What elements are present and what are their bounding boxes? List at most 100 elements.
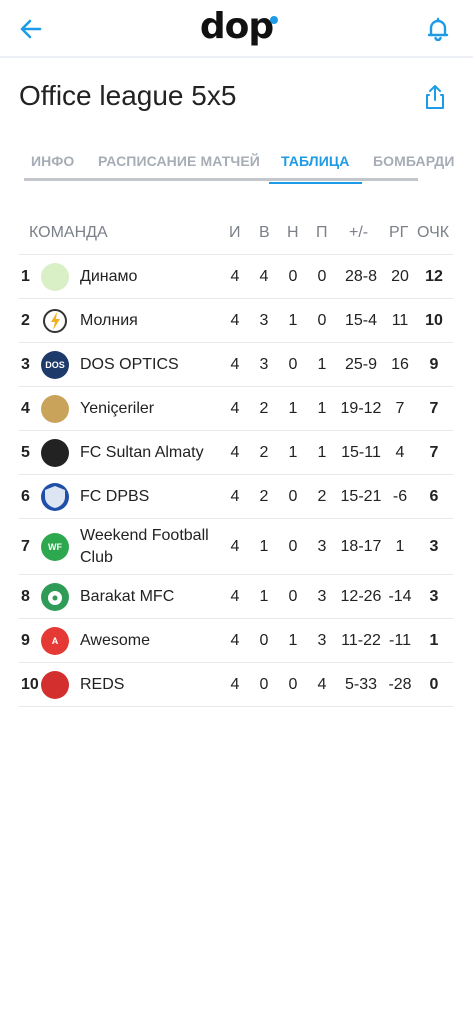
team-goals: 28-8: [344, 267, 378, 285]
table-body: 1 Динамо 4 4 0 0 28-8 20 12 2 Молния 4 3…: [19, 255, 453, 707]
team-name[interactable]: Barakat MFC: [80, 586, 174, 608]
team-goals: 5-33: [344, 675, 378, 693]
team-points: 12: [425, 267, 443, 285]
team-position: 4: [21, 399, 30, 417]
team-won: 3: [259, 355, 269, 373]
team-won: 0: [259, 631, 269, 649]
team-won: 3: [259, 311, 269, 329]
team-played: 4: [230, 443, 240, 461]
team-name[interactable]: Динамо: [80, 266, 137, 288]
team-position: 10: [21, 675, 39, 693]
team-played: 4: [230, 311, 240, 329]
header-divider: [0, 56, 473, 58]
table-row[interactable]: 5 FC Sultan Almaty 4 2 1 1 15-11 4 7: [19, 431, 453, 475]
table-row[interactable]: 4 Yeniçeriler 4 2 1 1 19-12 7 7: [19, 387, 453, 431]
tab-scorers[interactable]: БОМБАРДИ: [373, 153, 455, 169]
team-name[interactable]: FC DPBS: [80, 486, 149, 508]
standings-table: КОМАНДА И В Н П +/- РГ ОЧК 1 Динамо 4 4 …: [19, 210, 453, 707]
team-name[interactable]: Awesome: [80, 630, 150, 652]
team-lost: 3: [317, 587, 327, 605]
team-goal-diff: -6: [392, 487, 408, 505]
tab-info[interactable]: ИНФО: [31, 153, 74, 169]
header-lost: П: [316, 224, 328, 241]
team-position: 1: [21, 267, 30, 285]
lightning-icon: [43, 308, 67, 333]
team-goal-diff: 11: [391, 311, 409, 329]
header-won: В: [259, 224, 270, 241]
team-position: 3: [21, 355, 30, 373]
barakat-logo-icon: [41, 582, 69, 611]
team-goal-diff: -11: [389, 631, 411, 649]
team-position: 7: [21, 537, 30, 555]
header-points: ОЧК: [417, 224, 450, 241]
team-goals: 15-4: [344, 311, 378, 329]
dpbs-shield-logo-icon: [41, 482, 69, 511]
table-row[interactable]: 10 REDS 4 0 0 4 5-33 -28 0: [19, 663, 453, 707]
shield-icon: [45, 485, 65, 508]
team-name[interactable]: Weekend Football Club: [80, 525, 230, 569]
share-icon[interactable]: [423, 84, 447, 110]
team-drawn: 0: [288, 267, 298, 285]
table-row[interactable]: 2 Молния 4 3 1 0 15-4 11 10: [19, 299, 453, 343]
team-goal-diff: 7: [395, 399, 405, 417]
bell-icon[interactable]: [423, 14, 453, 44]
table-row[interactable]: 7 WF Weekend Football Club 4 1 0 3 18-17…: [19, 519, 453, 575]
team-name[interactable]: FC Sultan Almaty: [80, 442, 204, 464]
team-drawn: 1: [288, 443, 298, 461]
team-position: 9: [21, 631, 30, 649]
team-played: 4: [230, 537, 240, 555]
team-name[interactable]: DOS OPTICS: [80, 354, 179, 376]
tab-table[interactable]: ТАБЛИЦА: [281, 153, 349, 169]
team-won: 2: [259, 443, 269, 461]
team-name[interactable]: Yeniçeriler: [80, 398, 154, 420]
team-played: 4: [230, 587, 240, 605]
team-played: 4: [230, 399, 240, 417]
team-played: 4: [230, 675, 240, 693]
reds-logo-icon: [41, 670, 69, 699]
team-points: 10: [425, 311, 443, 329]
table-row[interactable]: 3 DOS DOS OPTICS 4 3 0 1 25-9 16 9: [19, 343, 453, 387]
team-goals: 15-21: [340, 487, 382, 505]
team-drawn: 0: [288, 675, 298, 693]
team-name[interactable]: Молния: [80, 310, 138, 332]
team-drawn: 0: [288, 587, 298, 605]
team-lost: 1: [317, 399, 327, 417]
table-row[interactable]: 6 FC DPBS 4 2 0 2 15-21 -6 6: [19, 475, 453, 519]
table-row[interactable]: 8 Barakat MFC 4 1 0 3 12-26 -14 3: [19, 575, 453, 619]
header-diff: РГ: [389, 224, 409, 241]
team-won: 1: [259, 537, 269, 555]
tab-scrollbar[interactable]: [24, 178, 418, 181]
dinamo-logo-icon: [41, 262, 69, 291]
tab-active-indicator: [269, 182, 362, 184]
team-lost: 1: [317, 443, 327, 461]
team-lost: 4: [317, 675, 327, 693]
team-position: 8: [21, 587, 30, 605]
table-row[interactable]: 1 Динамо 4 4 0 0 28-8 20 12: [19, 255, 453, 299]
team-drawn: 0: [288, 487, 298, 505]
team-lost: 3: [317, 537, 327, 555]
weekend-logo-icon: WF: [41, 532, 69, 561]
tab-schedule[interactable]: РАСПИСАНИЕ МАТЧЕЙ: [98, 153, 260, 169]
awesome-logo-icon: A: [41, 626, 69, 655]
logo-dot-icon: [270, 16, 278, 24]
team-lost: 0: [317, 267, 327, 285]
team-name[interactable]: REDS: [80, 674, 124, 696]
team-drawn: 1: [288, 631, 298, 649]
team-goal-diff: 1: [395, 537, 405, 555]
team-points: 9: [429, 355, 439, 373]
team-played: 4: [230, 267, 240, 285]
table-row[interactable]: 9 A Awesome 4 0 1 3 11-22 -11 1: [19, 619, 453, 663]
team-position: 5: [21, 443, 30, 461]
table-header: КОМАНДА И В Н П +/- РГ ОЧК: [19, 210, 453, 255]
team-logo-text: WF: [48, 541, 62, 552]
tab-bar: ИНФО РАСПИСАНИЕ МАТЧЕЙ ТАБЛИЦА БОМБАРДИ: [0, 138, 473, 188]
team-played: 4: [230, 355, 240, 373]
team-lost: 3: [317, 631, 327, 649]
team-points: 7: [429, 443, 439, 461]
team-goal-diff: 16: [391, 355, 409, 373]
header-goals: +/-: [349, 224, 369, 241]
team-played: 4: [230, 631, 240, 649]
sultan-logo-icon: [41, 438, 69, 467]
team-position: 2: [21, 311, 30, 329]
team-goals: 18-17: [340, 537, 382, 555]
